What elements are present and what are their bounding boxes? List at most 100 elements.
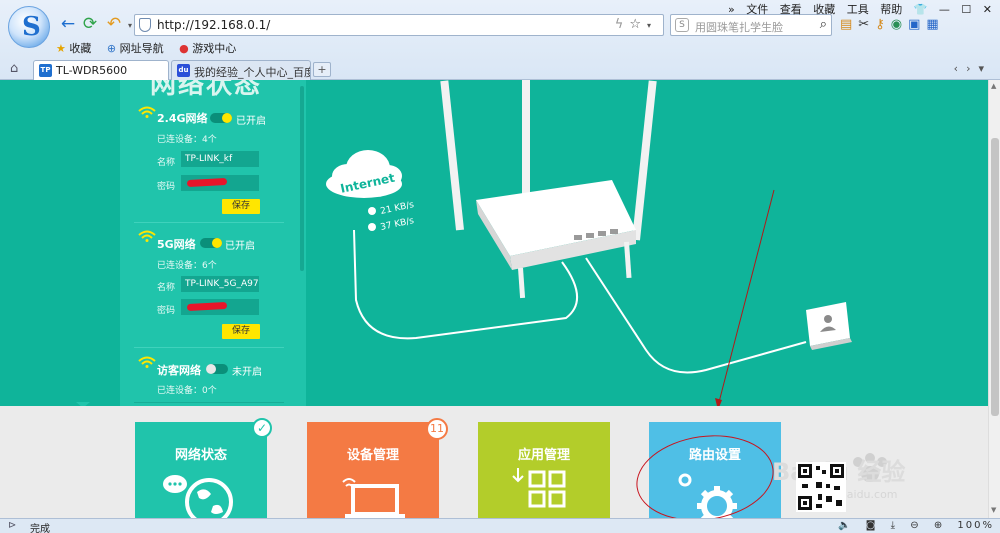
menu-view[interactable]: 查看 [780,3,802,16]
net-24g-pwd-field[interactable] [181,175,259,191]
qr-code-icon [796,462,846,512]
wifi-icon [138,356,156,368]
tile-label: 网络状态 [174,448,227,463]
menu-bar: » 文件 查看 收藏 工具 帮助 👕 — ☐ ✕ [720,1,992,17]
status-bar: ⊳ 完成 🔈 ◙ ⤓ ⊖ ⊕ 100% [0,518,1000,533]
grid-icon[interactable]: ▦ [926,17,944,32]
volume-icon[interactable]: 🔈 [838,520,852,531]
wifi-icon [138,230,156,242]
net-24g-ssid-field[interactable]: TP-LINK_kf [181,151,259,167]
search-input[interactable]: 用圆珠笔扎学生脸 [695,19,783,35]
net-guest-state: 未开启 [232,367,262,378]
tab-baidu[interactable]: du 我的经验_个人中心_百度 [171,60,311,80]
tab-strip: ⌂ TP TL-WDR5600 du 我的经验_个人中心_百度 + ‹›▾ [0,58,1000,80]
scroll-down-icon[interactable]: ▼ [991,506,996,514]
back-arrow-icon[interactable]: ← [58,14,78,34]
url-text[interactable]: http://192.168.0.1/ [157,18,270,32]
annotation-arrowhead-icon [715,398,722,406]
tile-app-management[interactable]: 应用管理 [478,422,610,518]
bookmark-nav[interactable]: ⊕ 网址导航 [107,42,164,55]
menu-help[interactable]: 帮助 [880,3,902,16]
net-24g-devices: 已连设备：4个 [157,135,217,145]
net-5g-ssid-label: 名称 [157,283,176,293]
download-speed: 37 KB/s [380,216,416,233]
apps-grid-icon [512,468,566,508]
net-5g-toggle[interactable] [200,238,222,248]
address-bar[interactable]: http://192.168.0.1/ ϟ☆▾ [134,14,664,36]
tile-network-status[interactable]: 网络状态 [135,422,267,518]
network-topology-diagram: Internet 21 KB/s 37 KB/s [326,80,852,406]
divider [134,402,284,403]
tab-right-icon[interactable]: › [966,62,978,75]
globe-icon: ⊕ [106,42,117,55]
net-guest-devices: 已连设备：0个 [157,386,217,396]
divider [134,347,284,348]
new-tab-button[interactable]: + [313,62,331,77]
screenshot-icon[interactable]: ◙ [866,520,878,531]
search-box[interactable]: S 用圆珠笔扎学生脸 ⌕ [670,14,832,36]
bookmark-favorites[interactable]: ★ 收藏 [56,42,91,55]
upload-arrow-icon [368,207,376,215]
search-icon[interactable]: ⌕ [820,17,827,32]
translate-icon[interactable]: ▣ [908,17,926,32]
scroll-thumb[interactable] [991,138,999,416]
bookmark-games[interactable]: ● 游戏中心 [179,42,236,55]
tab-list-icon[interactable]: ▾ [978,62,992,75]
net-24g-pwd-label: 密码 [157,182,176,192]
address-tools: ϟ☆▾ [615,17,657,32]
net-24g-save-button[interactable]: 保存 [222,199,260,214]
sidebar-icon[interactable]: ▤ [840,17,858,32]
browser-window: S ← ⟳ ↶ ▾ http://192.168.0.1/ ϟ☆▾ S 用圆珠笔… [0,0,1000,533]
speed-icon[interactable]: ϟ [615,17,630,32]
toolbar-icons: ▤✂⚷◉▣▦ [840,17,945,32]
page-scrollbar[interactable]: ▲ ▼ [988,80,1000,518]
browser-logo-icon[interactable]: S [8,6,50,48]
tile-device-management[interactable]: 设备管理 [307,422,439,518]
menu-overflow-icon[interactable]: » [728,3,735,16]
zoom-level[interactable]: 100% [957,520,994,531]
browser-toolbar: S ← ⟳ ↶ ▾ http://192.168.0.1/ ϟ☆▾ S 用圆珠笔… [0,0,1000,80]
address-dropdown-icon[interactable]: ▾ [647,21,657,30]
tab-router[interactable]: TP TL-WDR5600 [33,60,169,80]
maximize-button[interactable]: ☐ [961,3,971,16]
status-text: 完成 [30,524,50,533]
search-engine-icon[interactable]: S [675,18,689,32]
tab-label: TL-WDR5600 [56,64,128,77]
net-5g-save-button[interactable]: 保存 [222,324,260,339]
tab-left-icon[interactable]: ‹ [954,62,966,75]
minimize-button[interactable]: — [939,3,950,16]
menu-file[interactable]: 文件 [746,3,768,16]
zoom-in-icon[interactable]: ⊕ [934,520,944,531]
net-5g-pwd-field[interactable] [181,299,259,315]
annotation-arrow [717,189,775,406]
camera-icon[interactable]: ◉ [891,17,908,32]
scroll-up-icon[interactable]: ▲ [991,82,996,90]
panel-scrollbar[interactable] [300,86,304,271]
skin-icon[interactable]: 👕 [914,3,928,16]
net-5g-title: 5G网络 [157,238,196,251]
sidebar-toggle-icon[interactable]: ⊳ [8,520,16,531]
tplink-favicon-icon: TP [39,64,52,77]
close-button[interactable]: ✕ [983,3,992,16]
key-icon[interactable]: ⚷ [875,17,891,32]
favorite-star-icon[interactable]: ☆ [629,17,647,32]
zoom-out-icon[interactable]: ⊖ [910,520,920,531]
bookmark-label: 网址导航 [119,42,164,55]
star-icon: ★ [56,42,66,55]
home-icon[interactable]: ⌂ [10,61,18,76]
menu-tools[interactable]: 工具 [847,3,869,16]
router-icon [440,80,657,299]
menu-favorites[interactable]: 收藏 [813,3,835,16]
scissors-icon[interactable]: ✂ [858,17,875,32]
check-badge-icon: ✓ [252,418,272,438]
redaction-mark [186,177,228,188]
network-status-panel: 网络状态 2.4G网络 已开启 已连设备：4个 名称 TP-LINK_kf 密码… [120,80,306,406]
tab-scroll-arrows: ‹›▾ [954,62,992,75]
download-icon[interactable]: ⤓ [891,520,897,531]
net-24g-toggle[interactable] [210,113,232,123]
net-guest-toggle[interactable] [206,364,228,374]
net-5g-ssid-field[interactable]: TP-LINK_5G_A97F [181,276,259,292]
tab-label: 我的经验_个人中心_百度 [194,66,311,79]
bookmark-label: 游戏中心 [192,42,237,55]
refresh-icon[interactable]: ⟳ [80,14,100,34]
